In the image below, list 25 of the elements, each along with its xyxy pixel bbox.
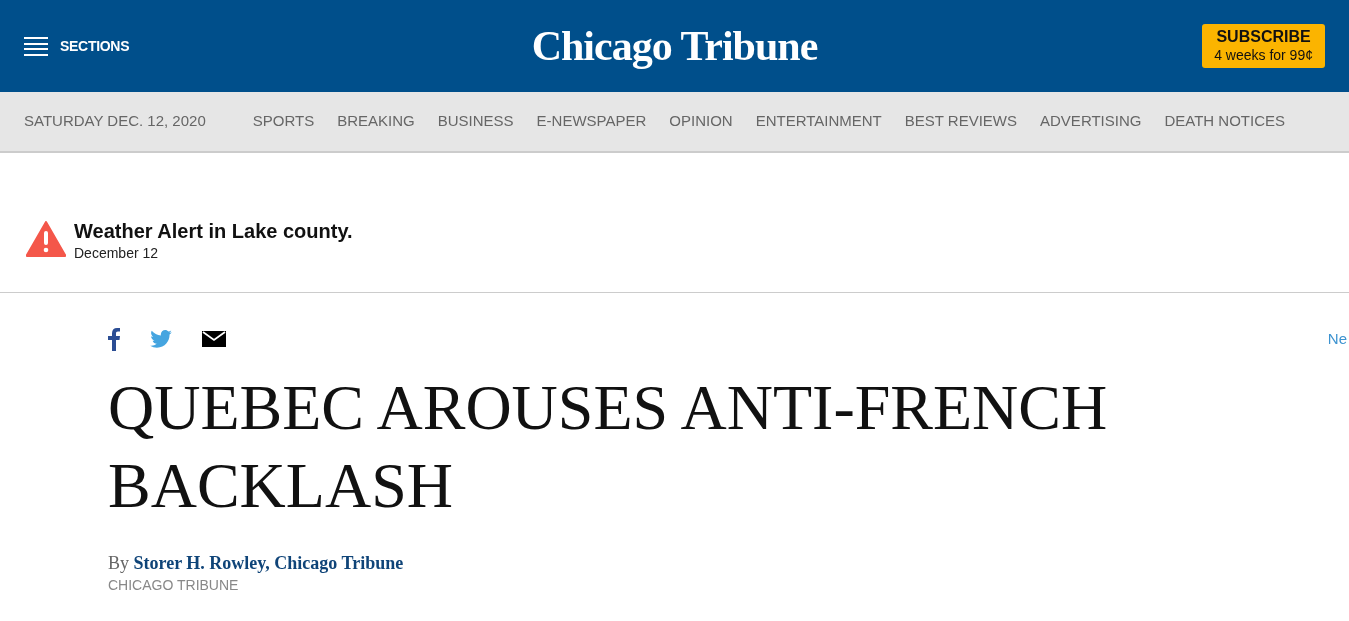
email-icon[interactable] [202, 331, 226, 347]
date-text: SATURDAY DEC. 12, 2020 [24, 111, 206, 132]
source-label: CHICAGO TRIBUNE [108, 575, 240, 595]
side-link[interactable]: Ne [1327, 327, 1347, 351]
nav-link[interactable]: BUSINESS [437, 110, 514, 133]
byline-prefix: By [108, 553, 129, 573]
twitter-icon[interactable] [150, 330, 172, 348]
nav-link[interactable]: DEATH NOTICES [1164, 110, 1286, 133]
warning-icon [26, 221, 66, 257]
alert-date: December 12 [74, 244, 160, 263]
nav-link[interactable]: BEST REVIEWS [904, 110, 1018, 133]
nav-link[interactable]: OPINION [669, 110, 733, 133]
nav-link[interactable]: E-NEWSPAPER [536, 110, 647, 133]
logo[interactable]: Chicago Tribune [531, 14, 818, 78]
author-link[interactable]: Storer H. Rowley, Chicago Tribune [133, 553, 404, 573]
nav-link[interactable]: ADVERTISING [1040, 110, 1142, 133]
nav-link[interactable]: ENTERTAINMENT [755, 110, 882, 133]
alert-title[interactable]: Weather Alert in Lake county. [74, 219, 353, 243]
menu-icon [24, 36, 48, 56]
headline: QUEBEC AROUSES ANTI-FRENCH BACKLASH [108, 371, 1109, 523]
subscribe-button[interactable]: SUBSCRIBE 4 weeks for 99¢ [1202, 24, 1325, 68]
nav-link[interactable]: SPORTS [252, 110, 315, 133]
sections-menu-button[interactable]: SECTIONS [24, 35, 130, 57]
facebook-icon[interactable] [108, 327, 120, 351]
nav-link[interactable]: BREAKING [337, 110, 415, 133]
